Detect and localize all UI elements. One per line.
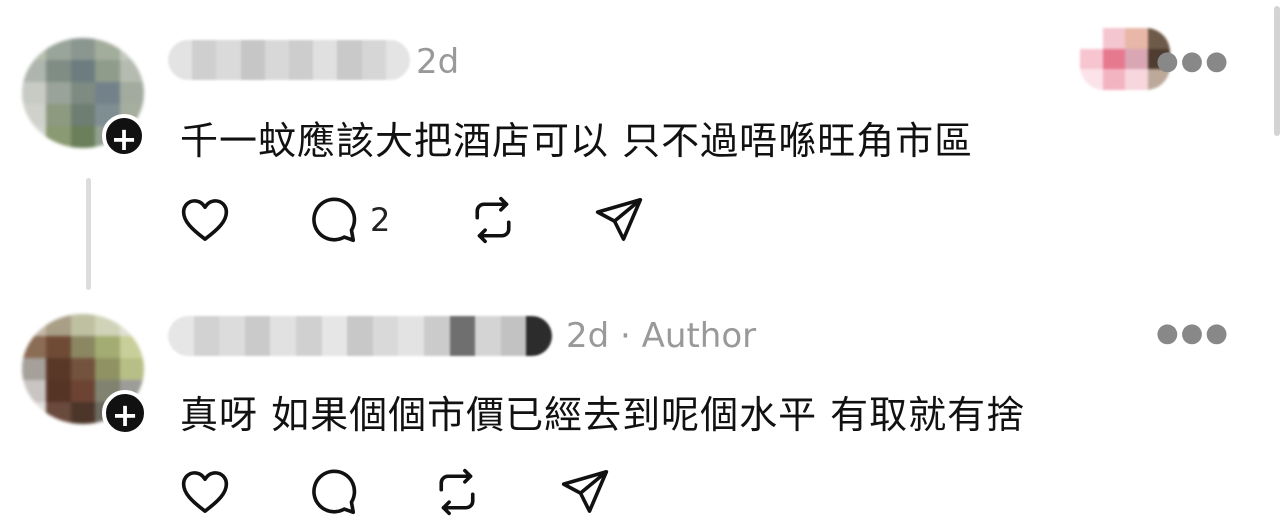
comment-thread: + 2d ●●● 千一蚊應該大把酒店可以 只不過唔喺旺角市區 2 + 2d · … [0,0,1284,520]
send-icon [595,197,643,241]
username-redacted[interactable] [168,316,552,356]
share-button[interactable] [592,192,646,248]
heart-icon [181,471,229,513]
comment-1: + 2d ●●● 千一蚊應該大把酒店可以 只不過唔喺旺角市區 2 [0,0,1270,300]
follow-plus-icon[interactable]: + [102,390,148,436]
comment-2: + 2d · Author ●●● 真呀 如果個個市價已經去到呢個水平 有取就有… [0,300,1270,520]
repost-icon [475,196,511,244]
reply-count: 2 [370,201,391,239]
share-button[interactable] [558,464,612,520]
like-button[interactable] [178,464,232,520]
comment-bubble-icon [312,469,357,515]
more-horizontal-icon[interactable]: ●●● [1156,46,1230,76]
more-horizontal-icon[interactable]: ●●● [1156,318,1230,348]
repost-button[interactable] [466,192,520,248]
timestamp-author-label: 2d · Author [566,316,757,356]
comment-text: 千一蚊應該大把酒店可以 只不過唔喺旺角市區 [180,119,974,163]
follow-plus-icon[interactable]: + [102,114,146,158]
timestamp: 2d [416,42,460,82]
like-button[interactable] [178,192,232,248]
comment-text: 真呀 如果個個市價已經去到呢個水平 有取就有捨 [180,393,1026,437]
repost-icon [439,468,475,516]
comment-bubble-icon [312,197,357,243]
username-redacted[interactable] [168,40,410,80]
thread-connector-line [86,178,91,290]
reply-button[interactable] [306,464,360,520]
scrollbar[interactable] [1274,6,1280,136]
send-icon [561,469,609,513]
repost-button[interactable] [430,464,484,520]
heart-icon [181,199,229,241]
reply-button[interactable]: 2 [306,192,390,248]
